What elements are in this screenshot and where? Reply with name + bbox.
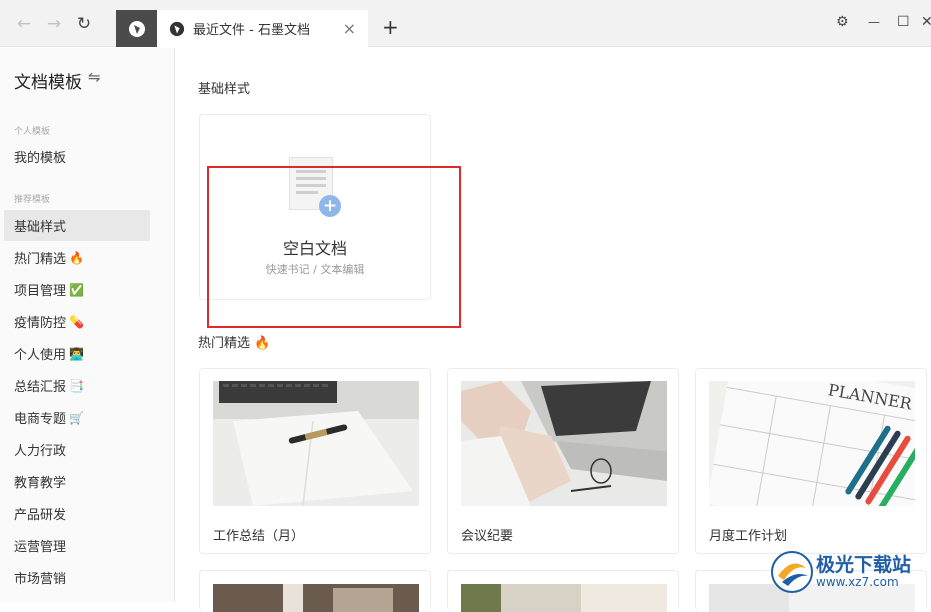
sidebar-item-project[interactable]: 项目管理 ✅ [4,274,150,305]
sidebar-item-label: 热门精选 [14,252,67,267]
back-arrow-icon[interactable]: ← [14,14,34,34]
template-label: 工作总结（月） [213,529,305,544]
template-card-partial[interactable] [447,570,679,612]
template-label: 会议纪要 [461,529,514,544]
tab-title: 最近文件 - 石墨文档 [193,23,310,38]
sidebar-item-label: 基础样式 [14,220,67,235]
template-thumbnail [461,381,667,506]
template-thumbnail [461,584,667,612]
shimo-logo-icon [128,20,145,37]
shimo-tab-icon [169,21,185,36]
sidebar-item-label: 运营管理 [14,540,67,555]
cart-icon: 🛒 [69,410,84,425]
pill-icon: 💊 [69,314,84,329]
sidebar-item-summary[interactable]: 总结汇报 📑 [4,370,150,401]
fire-icon: 🔥 [69,250,84,265]
watermark-name: 极光下载站 [816,554,912,576]
sidebar-item-education[interactable]: 教育教学 [4,466,150,497]
report-icon: 📑 [69,378,84,393]
section-title-hot: 热门精选 🔥 [198,336,271,351]
group-label-personal: 个人模板 [14,127,51,137]
sidebar-item-label: 疫情防控 [14,316,67,331]
settings-icon[interactable]: ⚙ [836,14,849,30]
template-thumbnail [213,584,419,612]
add-tab-button[interactable]: + [382,15,399,39]
sidebar-item-operations[interactable]: 运营管理 [4,530,150,561]
sidebar-item-basic[interactable]: 基础样式 [4,210,150,241]
highlight-box [207,166,461,328]
template-card-monthly-plan[interactable]: PLANNER 月度工作计划 [695,368,927,554]
watermark-logo-icon [771,551,813,593]
switch-icon[interactable]: ⇋ [88,68,101,86]
sidebar-item-label: 项目管理 [14,284,67,299]
group-label-recommended: 推荐模板 [14,195,51,205]
sidebar-item-my-templates[interactable]: 我的模板 [4,141,150,172]
sidebar-item-label: 电商专题 [14,412,67,427]
home-tab[interactable] [116,10,157,47]
check-icon: ✅ [69,282,84,297]
minimize-icon[interactable]: — [868,15,880,29]
watermark: 极光下载站 www.xz7.com [770,548,930,598]
sidebar-item-label: 产品研发 [14,508,67,523]
sidebar-item-label: 个人使用 [14,348,67,363]
window-close-icon[interactable]: ✕ [921,14,931,30]
template-card-partial[interactable] [199,570,431,612]
sidebar-item-label: 市场营销 [14,572,67,587]
maximize-icon[interactable]: ☐ [897,14,910,30]
sidebar-item-label: 教育教学 [14,476,67,491]
sidebar-title: 文档模板 [14,73,82,93]
sidebar-item-product[interactable]: 产品研发 [4,498,150,529]
sidebar-item-marketing[interactable]: 市场营销 [4,562,150,593]
template-label: 月度工作计划 [709,529,788,544]
template-card-meeting-minutes[interactable]: 会议纪要 [447,368,679,554]
sidebar-item-ecommerce[interactable]: 电商专题 🛒 [4,402,150,433]
template-card-monthly-summary[interactable]: 工作总结（月） [199,368,431,554]
sidebar-item-personal-use[interactable]: 个人使用 👨‍💻 [4,338,150,369]
sidebar-item-hot[interactable]: 热门精选 🔥 [4,242,150,273]
main-content: 基础样式 + 空白文档 快速书记 / 文本编辑 热门精选 🔥 工作总结（月） 会… [176,48,931,612]
tab-close-icon[interactable]: × [343,19,356,38]
sidebar: 文档模板 ⇋ 个人模板 我的模板 推荐模板 基础样式 热门精选 🔥 项目管理 ✅… [0,48,175,602]
title-bar: ← → ↻ 最近文件 - 石墨文档 × + ⚙ — ☐ ✕ [0,0,931,47]
section-title-basic: 基础样式 [198,82,251,97]
sidebar-item-hr[interactable]: 人力行政 [4,434,150,465]
template-thumbnail [213,381,419,506]
template-thumbnail: PLANNER [709,381,915,506]
sidebar-item-label: 人力行政 [14,444,67,459]
sidebar-item-label: 我的模板 [14,151,67,166]
forward-arrow-icon[interactable]: → [44,14,64,34]
watermark-url: www.xz7.com [816,575,899,589]
sidebar-item-label: 总结汇报 [14,380,67,395]
fire-icon: 🔥 [254,336,271,351]
person-laptop-icon: 👨‍💻 [69,346,84,361]
refresh-icon[interactable]: ↻ [74,14,94,34]
tab-recent-files[interactable]: 最近文件 - 石墨文档 × [157,10,368,47]
sidebar-item-epidemic[interactable]: 疫情防控 💊 [4,306,150,337]
